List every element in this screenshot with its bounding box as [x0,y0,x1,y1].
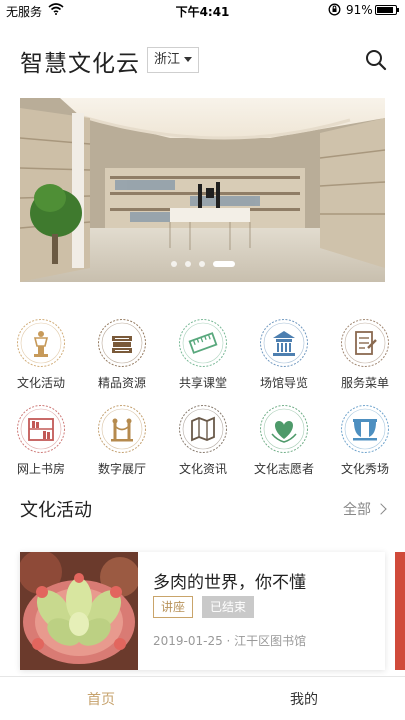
service-grid: 文化活动 精品资源 共享课堂 场馆导览 服务菜单 网上书房 数字展厅 文化资讯 文化志愿者 文化… [0,318,405,490]
search-button[interactable] [364,48,388,72]
bookshelf-icon [17,405,65,453]
service-row: 文化活动 精品资源 共享课堂 场馆导览 服务菜单 [0,318,405,404]
app-title: 智慧文化云 [20,51,140,77]
carousel-dot[interactable] [170,260,177,267]
region-label: 浙江 [154,52,181,67]
service-label: 文化秀场 [340,462,389,476]
battery-icon [375,5,399,15]
service-ruler[interactable]: 共享课堂 [164,318,242,391]
activity-status-badge: 已结束 [202,596,255,618]
carousel-dot[interactable] [198,260,205,267]
header: 智慧文化云 浙江 [0,40,405,80]
activity-card[interactable]: 多肉的世界，你不懂 讲座 已结束 2019-01-25 · 江干区图书馆 [20,552,385,670]
service-temple[interactable]: 场馆导览 [245,318,323,391]
see-all-link[interactable]: 全部 [343,499,387,519]
service-label: 精品资源 [97,376,146,390]
battery-level [377,7,393,13]
activity-type-badge: 讲座 [153,596,194,618]
stage-icon [341,405,389,453]
books-icon [98,319,146,367]
tab-home[interactable]: 首页 [0,689,202,709]
temple-icon [260,319,308,367]
chevron-right-icon [375,503,387,515]
tab-mine[interactable]: 我的 [203,689,405,709]
status-bar: 无服务 下午4:41 91% [0,0,405,20]
activity-title: 多肉的世界，你不懂 [153,573,306,593]
service-label: 文化资讯 [178,462,227,476]
service-label: 场馆导览 [259,376,308,390]
document-icon [341,319,389,367]
service-label: 服务菜单 [340,376,389,390]
service-stage[interactable]: 文化秀场 [326,404,404,477]
activity-meta: 2019-01-25 · 江干区图书馆 [153,634,307,648]
search-icon [366,50,387,71]
carousel-indicator [20,253,385,272]
carousel-dot[interactable] [212,260,235,267]
region-selector[interactable]: 浙江 [147,47,200,73]
exhibition-icon [98,405,146,453]
service-bookshelf[interactable]: 网上书房 [2,404,80,477]
service-label: 共享课堂 [178,376,227,390]
banner-carousel[interactable] [20,98,385,282]
service-lamp[interactable]: 文化活动 [2,318,80,391]
tab-bar: 首页 我的 [0,676,405,720]
service-label: 数字展厅 [97,462,146,476]
service-label: 文化志愿者 [253,462,314,476]
service-heart-hands[interactable]: 文化志愿者 [245,404,323,477]
service-books[interactable]: 精品资源 [83,318,161,391]
service-exhibition[interactable]: 数字展厅 [83,404,161,477]
service-document[interactable]: 服务菜单 [326,318,404,391]
battery-percent: 91% [346,3,373,17]
section-header: 文化活动 全部 [20,496,387,522]
section-title: 文化活动 [20,500,92,521]
next-card-peek[interactable] [395,552,405,670]
succulent-photo [20,552,138,670]
see-all-label: 全部 [343,502,371,518]
service-map[interactable]: 文化资讯 [164,404,242,477]
caret-down-icon [184,57,193,62]
service-label: 文化活动 [16,376,65,390]
service-label: 网上书房 [16,462,65,476]
heart-hands-icon [260,405,308,453]
carousel-dot[interactable] [184,260,191,267]
map-icon [179,405,227,453]
service-row: 网上书房 数字展厅 文化资讯 文化志愿者 文化秀场 [0,404,405,490]
ruler-icon [179,319,227,367]
status-time: 下午4:41 [175,5,230,19]
orientation-lock-icon [328,3,341,19]
lamp-icon [17,319,65,367]
